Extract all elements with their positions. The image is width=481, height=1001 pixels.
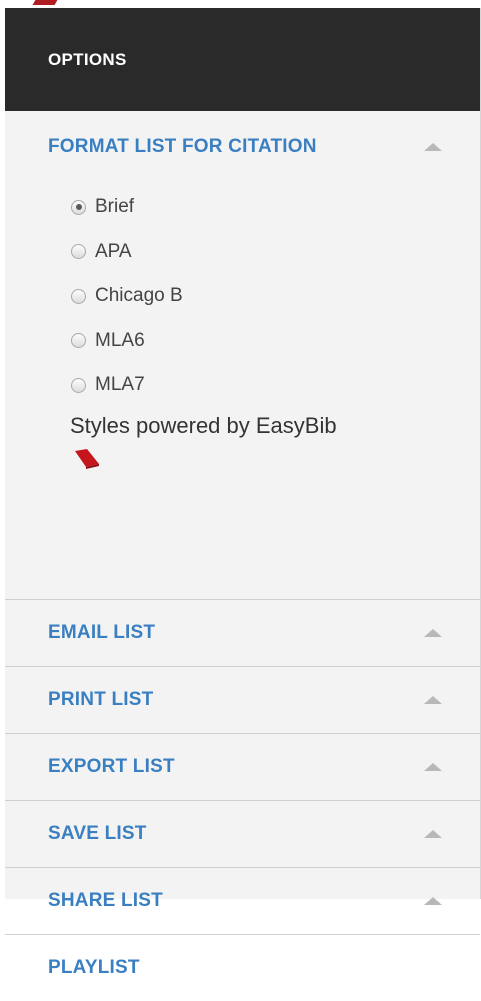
radio-button[interactable] [71, 333, 86, 349]
save-list-toggle[interactable]: SAVE LIST [5, 801, 480, 867]
chevron-up-icon [424, 830, 442, 838]
radio-option-chicago-b[interactable]: Chicago B [71, 274, 480, 319]
chevron-up-icon [424, 696, 442, 704]
radio-option-mla7[interactable]: MLA7 [71, 363, 480, 408]
format-citation-section: FORMAT LIST FOR CITATION Brief APA Chica… [5, 111, 480, 600]
email-list-section: EMAIL LIST [5, 600, 480, 667]
chevron-up-icon [424, 763, 442, 771]
print-list-title: PRINT LIST [48, 689, 154, 710]
export-list-section: EXPORT LIST [5, 734, 480, 801]
playlist-title: PLAYLIST [48, 957, 140, 978]
save-list-title: SAVE LIST [48, 823, 147, 844]
chevron-up-icon [424, 143, 442, 151]
format-citation-toggle[interactable]: FORMAT LIST FOR CITATION [5, 111, 480, 183]
radio-option-apa[interactable]: APA [71, 230, 480, 275]
radio-label: MLA6 [95, 329, 145, 351]
radio-button[interactable] [71, 377, 86, 393]
panel-header: OPTIONS [5, 8, 480, 111]
chevron-up-icon [424, 897, 442, 905]
export-list-toggle[interactable]: EXPORT LIST [5, 734, 480, 800]
radio-label: MLA7 [95, 374, 145, 396]
share-list-toggle[interactable]: SHARE LIST [5, 868, 480, 934]
share-list-section: SHARE LIST [5, 868, 480, 935]
format-citation-title: FORMAT LIST FOR CITATION [48, 136, 317, 157]
chevron-up-icon [424, 629, 442, 637]
export-list-title: EXPORT LIST [48, 756, 175, 777]
radio-option-mla6[interactable]: MLA6 [71, 319, 480, 364]
print-list-toggle[interactable]: PRINT LIST [5, 667, 480, 733]
panel-title: OPTIONS [48, 49, 127, 69]
powered-by-text: Styles powered by EasyBib [70, 412, 337, 438]
radio-label: APA [95, 240, 132, 262]
email-list-title: EMAIL LIST [48, 622, 156, 643]
citation-style-options: Brief APA Chicago B MLA6 MLA7 [5, 183, 480, 408]
easybib-logo-icon[interactable] [73, 447, 101, 469]
playlist-section: PLAYLIST [5, 935, 480, 1001]
radio-button[interactable] [71, 244, 86, 260]
radio-button[interactable] [71, 288, 86, 304]
share-list-title: SHARE LIST [48, 890, 163, 911]
radio-label: Brief [95, 196, 135, 218]
save-list-section: SAVE LIST [5, 801, 480, 868]
options-panel: OPTIONS FORMAT LIST FOR CITATION Brief A… [5, 8, 481, 978]
print-list-section: PRINT LIST [5, 667, 480, 734]
radio-label: Chicago B [95, 285, 183, 307]
playlist-toggle[interactable]: PLAYLIST [5, 935, 480, 1001]
top-decoration [32, 0, 58, 5]
radio-option-brief[interactable]: Brief [71, 185, 480, 230]
radio-button[interactable] [71, 199, 86, 215]
email-list-toggle[interactable]: EMAIL LIST [5, 600, 480, 666]
